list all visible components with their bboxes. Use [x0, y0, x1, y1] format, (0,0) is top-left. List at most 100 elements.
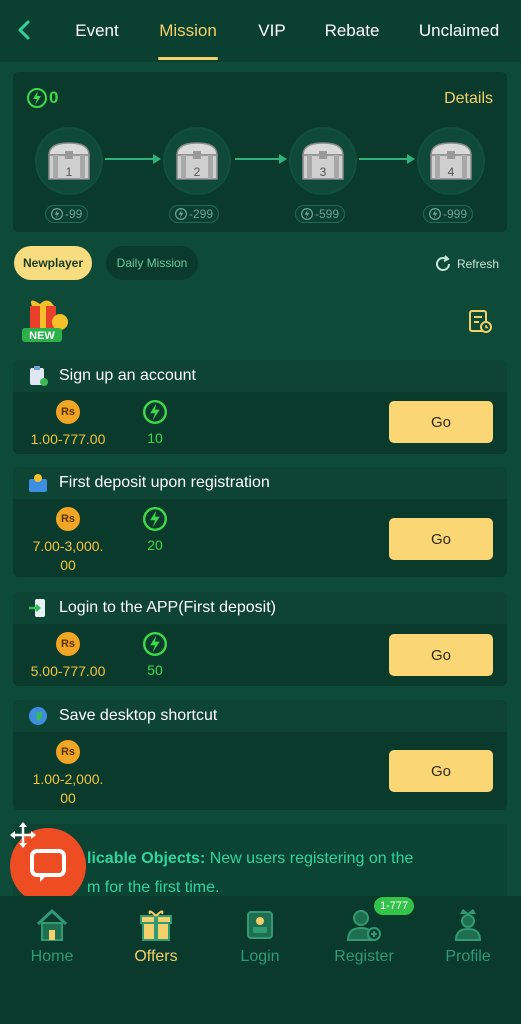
- reward-amount: 1.00-2,000. 00: [32, 771, 104, 806]
- details-link[interactable]: Details: [444, 90, 493, 108]
- refresh-icon: [436, 255, 450, 271]
- rupee-coin-icon: Rs: [56, 400, 80, 424]
- mission-card: Sign up an account Rs 1.00-777.00 10 Go: [13, 360, 507, 454]
- phone-login-icon: [29, 599, 45, 617]
- nav-offers-label: Offers: [134, 948, 178, 965]
- energy-amount: 20: [147, 537, 163, 553]
- applicable-objects-text: licable Objects: New users registering o…: [87, 844, 487, 902]
- login-icon: [247, 911, 273, 939]
- drag-move-icon[interactable]: [8, 820, 38, 850]
- reward-amount: 1.00-777.00: [30, 431, 106, 447]
- mission-header: First deposit upon registration: [13, 467, 507, 499]
- treasure-chest-1[interactable]: 1: [35, 127, 103, 195]
- chest-number: 4: [447, 165, 455, 179]
- wallet-icon: [29, 474, 47, 492]
- energy-icon: [143, 632, 167, 656]
- home-icon: [36, 908, 68, 941]
- nav-profile-label: Profile: [445, 948, 491, 965]
- mission-title: Save desktop shortcut: [59, 707, 218, 724]
- energy-balance: 0: [27, 88, 58, 108]
- rupee-coin-icon: Rs: [56, 740, 80, 764]
- chest-cost: -599: [295, 205, 346, 223]
- rupee-coin-icon: Rs: [56, 632, 80, 656]
- chest-cost: -999: [423, 205, 474, 223]
- chest-cost: -299: [169, 205, 220, 223]
- energy-amount: 50: [147, 662, 163, 678]
- mission-header: Sign up an account: [13, 360, 507, 392]
- filter-daily-mission[interactable]: Daily Mission: [106, 246, 198, 280]
- back-icon[interactable]: [12, 16, 36, 44]
- applicable-objects-desc: New users registering on the: [205, 850, 414, 867]
- mission-card: Save desktop shortcut Rs 1.00-2,000. 00 …: [13, 700, 507, 810]
- tab-vip[interactable]: VIP: [250, 0, 294, 62]
- energy-icon: [301, 208, 313, 220]
- energy-icon: [143, 400, 167, 424]
- energy-icon: [51, 208, 63, 220]
- tab-unclaimed[interactable]: Unclaimed: [414, 0, 504, 62]
- mission-title: Login to the APP(First deposit): [59, 599, 276, 616]
- chest-number: 2: [193, 165, 201, 179]
- chest-cost-value: -299: [189, 207, 214, 221]
- history-icon[interactable]: [467, 308, 493, 334]
- filter-newplayer[interactable]: Newplayer: [14, 246, 92, 280]
- register-bonus-badge: 1-777: [374, 897, 415, 915]
- reward-amount: 7.00-3,000. 00: [32, 538, 104, 573]
- tab-rebate[interactable]: Rebate: [320, 0, 384, 62]
- energy-icon: [27, 88, 47, 108]
- energy-icon: [429, 208, 441, 220]
- tab-event[interactable]: Event: [64, 0, 130, 62]
- chest-number: 1: [65, 165, 73, 179]
- energy-icon: [143, 507, 167, 531]
- treasure-chest-3[interactable]: 3: [289, 127, 357, 195]
- cash-reward: Rs 1.00-2,000. 00: [23, 740, 113, 808]
- mission-title: Sign up an account: [59, 367, 196, 384]
- chest-cost-value: -99: [65, 207, 83, 221]
- energy-reward: 20: [135, 507, 175, 553]
- energy-reward: 50: [135, 632, 175, 678]
- clipboard-icon: [30, 366, 48, 386]
- go-button[interactable]: Go: [389, 634, 493, 676]
- gift-icon: [140, 910, 172, 941]
- chest-cost-value: -599: [315, 207, 340, 221]
- nav-register-label: Register: [334, 948, 394, 965]
- mission-card: First deposit upon registration Rs 7.00-…: [13, 467, 507, 577]
- chest-arrow: [359, 154, 415, 164]
- chest-cost-value: -999: [443, 207, 468, 221]
- treasure-chest-4[interactable]: 4: [417, 127, 485, 195]
- new-gift-badge-icon: NEW: [22, 300, 68, 342]
- nav-home[interactable]: Home: [7, 906, 97, 966]
- chest-number: 3: [319, 165, 327, 179]
- nav-home-label: Home: [30, 948, 74, 965]
- nav-login[interactable]: Login: [215, 906, 305, 966]
- go-button[interactable]: Go: [389, 518, 493, 560]
- go-button[interactable]: Go: [389, 401, 493, 443]
- go-button[interactable]: Go: [389, 750, 493, 792]
- cash-reward: Rs 7.00-3,000. 00: [23, 507, 113, 575]
- refresh-label: Refresh: [456, 257, 499, 271]
- cash-reward: Rs 5.00-777.00: [23, 632, 113, 681]
- nav-offers[interactable]: Offers: [111, 906, 201, 966]
- nav-profile[interactable]: Profile: [423, 906, 513, 966]
- treasure-chest-2[interactable]: 2: [163, 127, 231, 195]
- bottom-navigation: Home Offers Login Register Profile: [0, 896, 521, 1024]
- globe-icon: [29, 707, 47, 725]
- new-badge-text: NEW: [29, 330, 55, 342]
- refresh-button[interactable]: Refresh: [433, 254, 499, 274]
- mission-title: First deposit upon registration: [59, 474, 270, 491]
- energy-amount: 10: [147, 430, 163, 446]
- tab-mission[interactable]: Mission: [158, 0, 218, 62]
- chest-arrow: [235, 154, 287, 164]
- mission-header: Save desktop shortcut: [13, 700, 507, 732]
- top-tab-bar: Event Mission VIP Rebate Unclaimed: [0, 0, 521, 62]
- applicable-objects-desc-2: m for the first time.: [87, 879, 220, 896]
- energy-reward: 10: [135, 400, 175, 446]
- chest-cost: -99: [45, 205, 89, 223]
- reward-amount: 5.00-777.00: [30, 663, 106, 679]
- nav-register[interactable]: Register: [319, 906, 409, 966]
- mission-card: Login to the APP(First deposit) Rs 5.00-…: [13, 592, 507, 686]
- applicable-objects-box: licable Objects: New users registering o…: [13, 824, 507, 904]
- chat-bubble-icon: [30, 849, 66, 882]
- treasure-panel: 0 Details 1 2 3 4 -99 -299 -599 -999: [13, 72, 507, 232]
- applicable-objects-label: licable Objects:: [87, 850, 206, 867]
- energy-icon: [175, 208, 187, 220]
